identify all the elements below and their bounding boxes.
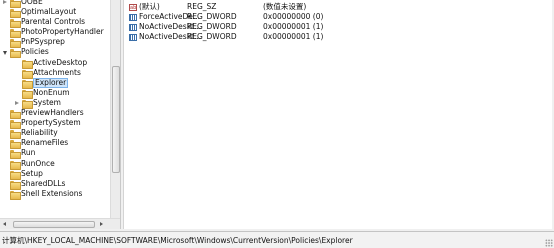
dword-value-icon xyxy=(129,13,137,21)
value-row[interactable]: ForceActiveDe... REG_DWORD 0x00000000 (0) xyxy=(124,12,552,22)
tree-node[interactable]: PhotoPropertyHandler xyxy=(0,27,110,39)
tree-node[interactable]: OptimalLayout xyxy=(0,7,110,19)
tree-node-label[interactable]: System xyxy=(33,98,61,108)
tree-node-label[interactable]: NonEnum xyxy=(33,88,70,98)
tree-node[interactable]: PnPSysprep xyxy=(0,37,110,49)
folder-icon xyxy=(10,19,21,29)
folder-icon xyxy=(10,39,21,49)
scroll-left-arrow-icon[interactable] xyxy=(3,222,6,226)
tree-node-label[interactable]: ActiveDesktop xyxy=(33,58,87,68)
tree-node[interactable]: Reliability xyxy=(0,128,110,140)
tree-node[interactable]: System xyxy=(0,98,110,109)
tree-node[interactable]: ActiveDesktop xyxy=(0,58,110,69)
string-value-icon xyxy=(129,3,137,13)
tree-node[interactable]: SharedDLLs xyxy=(0,179,110,190)
scroll-right-arrow-icon[interactable] xyxy=(100,222,103,226)
tree-node[interactable]: RunOnce xyxy=(0,159,110,170)
resize-grip-icon[interactable] xyxy=(545,239,553,247)
value-type: REG_DWORD xyxy=(187,32,237,41)
folder-icon xyxy=(22,59,33,69)
tree-node[interactable]: Attachments xyxy=(0,68,110,79)
value-type: REG_DWORD xyxy=(187,12,237,21)
tree-node[interactable]: Run xyxy=(0,148,110,160)
tree-node[interactable]: Policies xyxy=(0,47,110,59)
tree-node-label[interactable]: RunOnce xyxy=(21,159,55,169)
folder-icon xyxy=(10,140,21,150)
tree-node-label[interactable]: Attachments xyxy=(33,68,81,78)
value-data: (数值未设置) xyxy=(263,2,307,11)
tree-node-label[interactable]: OOBE xyxy=(21,0,43,7)
tree-node-label[interactable]: PhotoPropertyHandler xyxy=(21,27,104,37)
tree-node-label[interactable]: Run xyxy=(21,148,35,158)
tree-node-label[interactable]: Setup xyxy=(21,169,43,179)
tree-node-label[interactable]: Shell Extensions xyxy=(21,189,82,199)
folder-icon xyxy=(22,99,33,109)
tree-node-label[interactable]: Reliability xyxy=(21,128,58,138)
tree-horizontal-scrollbar[interactable] xyxy=(0,218,120,229)
tree-node-label[interactable]: Explorer xyxy=(33,77,69,88)
tree-node-label[interactable]: OptimalLayout xyxy=(21,7,76,17)
folder-icon xyxy=(22,89,33,99)
expand-arrow-icon[interactable] xyxy=(3,0,8,5)
value-data: 0x00000001 (1) xyxy=(263,32,324,41)
tree-vertical-scroll-thumb[interactable] xyxy=(112,66,120,173)
folder-icon xyxy=(10,120,21,130)
tree-node[interactable]: RenameFiles xyxy=(0,138,110,150)
folder-icon xyxy=(10,180,21,190)
value-row[interactable]: NoActiveDeskt... REG_DWORD 0x00000001 (1) xyxy=(124,32,552,42)
tree-node[interactable]: Parental Controls xyxy=(0,17,110,29)
folder-icon xyxy=(10,0,21,8)
open-folder-icon xyxy=(10,49,21,59)
collapse-arrow-icon[interactable] xyxy=(3,50,8,56)
folder-icon xyxy=(10,9,21,19)
tree-node-label[interactable]: PnPSysprep xyxy=(21,37,65,47)
status-bar: 计算机\HKEY_LOCAL_MACHINE\SOFTWARE\Microsof… xyxy=(0,231,554,248)
tree-node[interactable]: OOBE xyxy=(0,0,110,8)
tree-node[interactable]: Explorer xyxy=(0,77,110,89)
value-data: 0x00000001 (1) xyxy=(263,22,324,31)
tree-node[interactable]: Shell Extensions xyxy=(0,189,110,200)
tree-node-label[interactable]: SharedDLLs xyxy=(21,179,65,189)
folder-icon xyxy=(10,190,21,200)
tree-node[interactable]: NonEnum xyxy=(0,88,110,99)
folder-icon xyxy=(10,170,21,180)
expand-arrow-icon[interactable] xyxy=(15,100,20,106)
folder-icon xyxy=(10,160,21,170)
folder-icon xyxy=(10,150,21,160)
folder-icon xyxy=(22,79,33,89)
tree-node-label[interactable]: Policies xyxy=(21,47,49,57)
folder-icon xyxy=(22,69,33,79)
tree-vertical-scrollbar[interactable] xyxy=(110,0,120,218)
tree-node[interactable]: PreviewHandlers xyxy=(0,108,110,120)
value-row[interactable]: NoActiveDeskt... REG_DWORD 0x00000001 (1) xyxy=(124,22,552,32)
folder-icon xyxy=(10,110,21,120)
value-name: (默认) xyxy=(139,2,160,11)
tree-node[interactable]: Setup xyxy=(0,169,110,180)
registry-key-tree: OOBE OptimalLayout Parental Controls PhotoP… xyxy=(0,0,110,200)
registry-values-list[interactable]: (默认)REG_SZ(数值未设置)ForceActiveDe...REG_DWO… xyxy=(123,0,552,229)
value-type: REG_SZ xyxy=(187,2,217,11)
tree-node-label[interactable]: RenameFiles xyxy=(21,138,68,148)
value-row[interactable]: (默认) REG_SZ (数值未设置) xyxy=(124,2,552,13)
folder-icon xyxy=(10,29,21,39)
tree-node-label[interactable]: Parental Controls xyxy=(21,17,85,27)
tree-horizontal-scroll-thumb[interactable] xyxy=(13,221,95,228)
tree-node-label[interactable]: PreviewHandlers xyxy=(21,108,84,118)
tree-node[interactable]: PropertySystem xyxy=(0,118,110,130)
tree-node-label[interactable]: PropertySystem xyxy=(21,118,81,128)
dword-value-icon xyxy=(129,33,137,41)
value-type: REG_DWORD xyxy=(187,22,237,31)
dword-value-icon xyxy=(129,23,137,31)
value-data: 0x00000000 (0) xyxy=(263,12,324,21)
folder-icon xyxy=(10,130,21,140)
status-key-path: 计算机\HKEY_LOCAL_MACHINE\SOFTWARE\Microsof… xyxy=(2,236,353,245)
registry-tree-pane[interactable]: OOBE OptimalLayout Parental Controls PhotoP… xyxy=(0,0,121,229)
